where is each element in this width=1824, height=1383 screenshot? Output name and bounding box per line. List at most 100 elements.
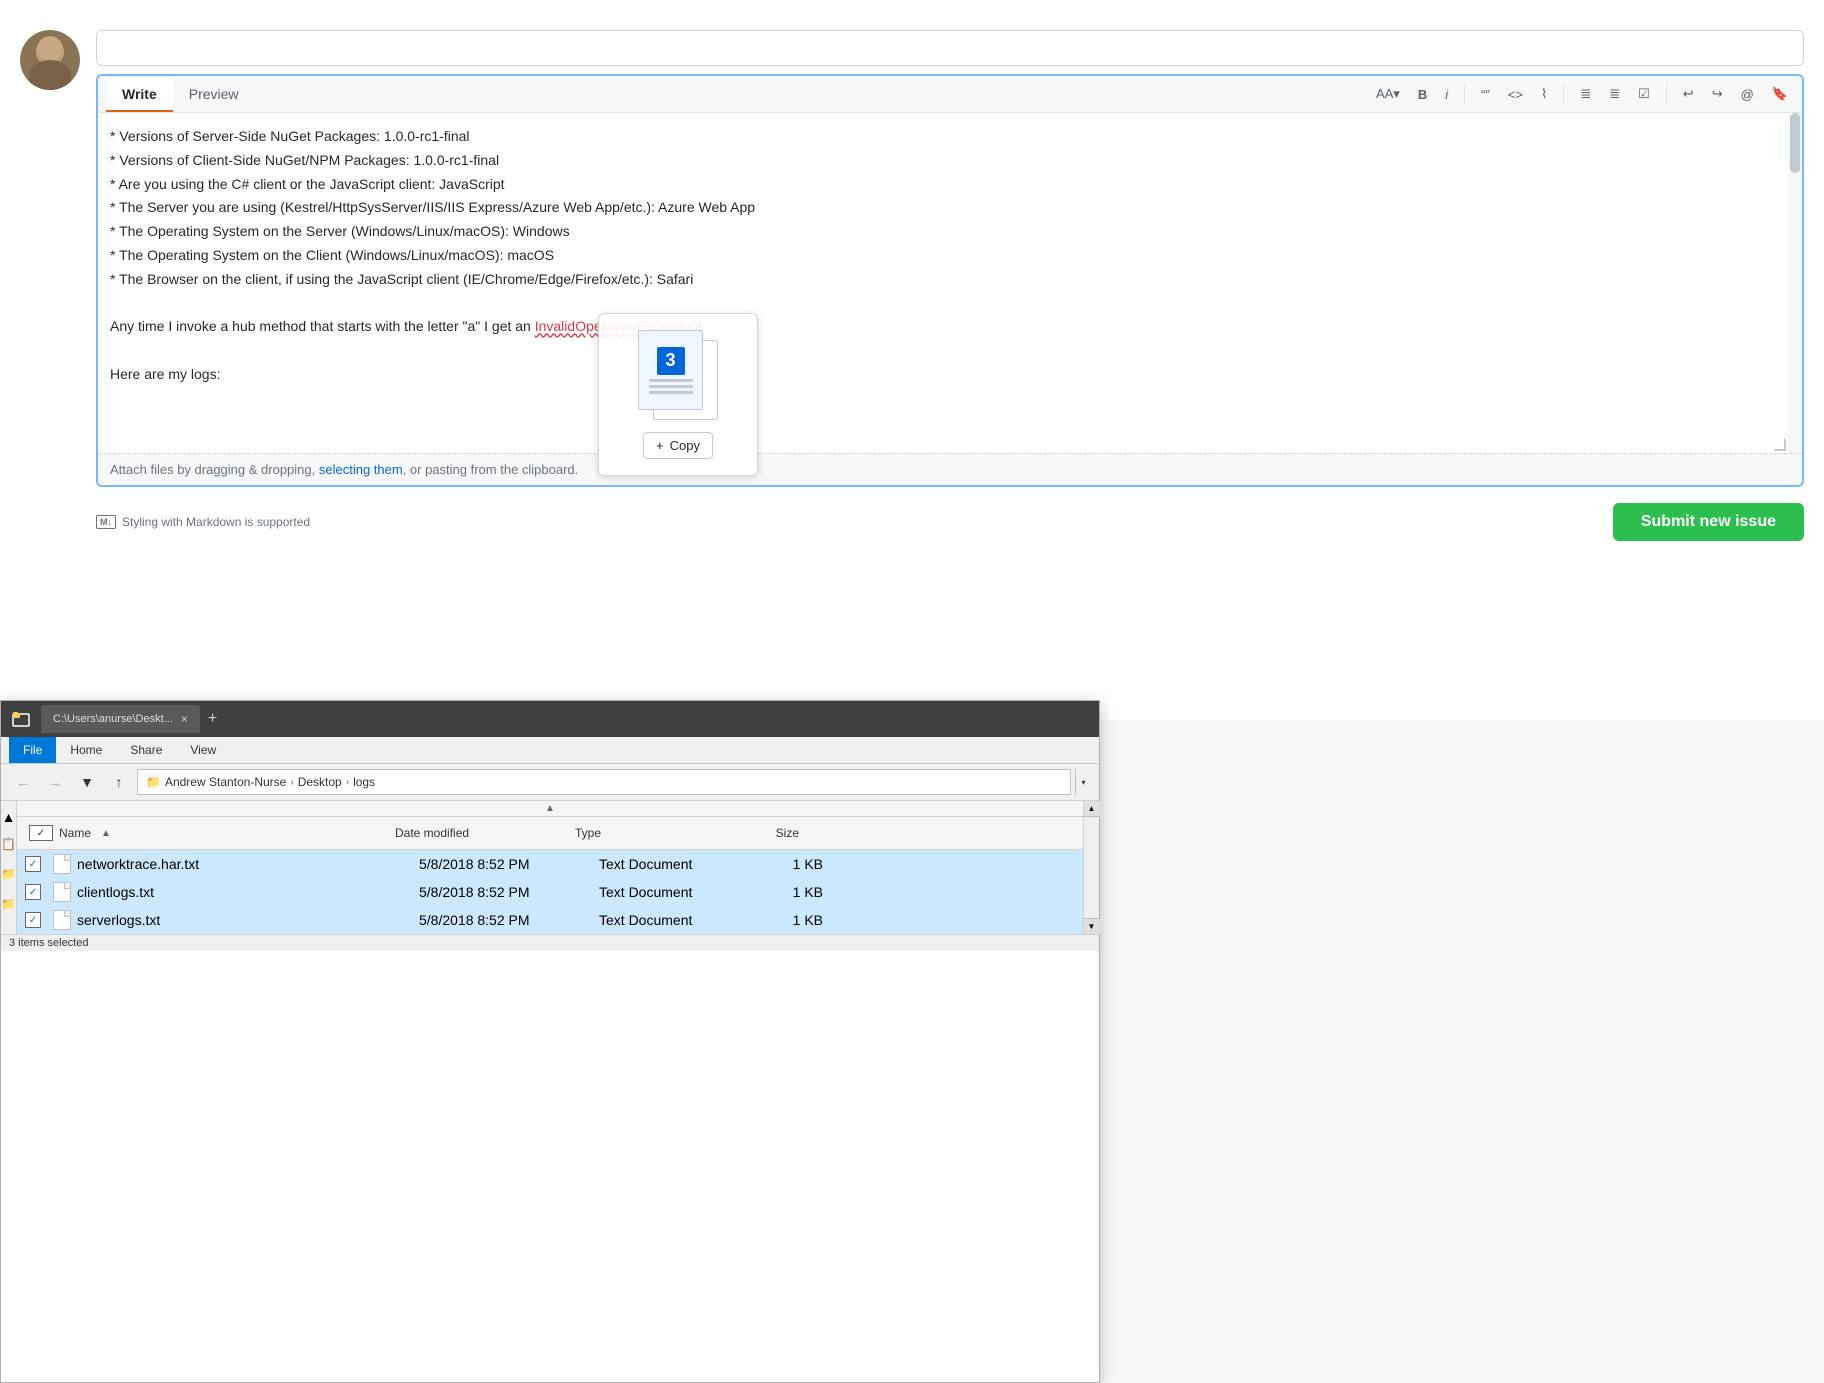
tasklist-button[interactable]: ☑ [1632, 82, 1656, 106]
toolbar-icons: AA▾ B i “” <> ⌇ ≣ ≣ ☑ ↩ ↪ @ [1370, 76, 1794, 112]
quote-button[interactable]: “” [1475, 83, 1496, 106]
italic-button[interactable]: i [1439, 83, 1454, 106]
editor-text-area[interactable]: * Versions of Server-Side NuGet Packages… [98, 113, 1802, 453]
file-size-2: 1 KB [751, 908, 831, 932]
toolbar-divider-1 [1464, 84, 1465, 104]
address-bar[interactable]: 📁 Andrew Stanton-Nurse › Desktop › logs [137, 769, 1071, 795]
file-list-area: ▲ ✓ Name ▲ Date modified Type Size netwo… [17, 801, 1083, 934]
editor-line-blank-2 [110, 339, 1776, 363]
bold-button[interactable]: B [1412, 83, 1433, 106]
undo-button[interactable]: ↩ [1677, 82, 1700, 106]
copy-doc-line-2 [649, 385, 693, 388]
file-size-1: 1 KB [751, 880, 831, 904]
titlebar-tab-1[interactable]: C:\Users\anurse\Deskt... × [41, 705, 200, 733]
sidebar-folder-1[interactable]: 📋 [1, 837, 16, 851]
forward-button[interactable]: → [41, 768, 69, 796]
titlebar-tabs: C:\Users\anurse\Deskt... × + [41, 705, 1091, 733]
address-dropdown[interactable]: ▾ [1075, 769, 1091, 795]
github-issue-form: InvalidOperationException when invoking … [0, 0, 1824, 720]
file-explorer: C:\Users\anurse\Deskt... × + File Home S… [0, 700, 1100, 1383]
file-row-0[interactable]: networktrace.har.txt 5/8/2018 8:52 PM Te… [17, 850, 1083, 878]
file-icon-0 [53, 854, 71, 874]
file-checkbox-1[interactable] [25, 884, 41, 900]
form-footer: M↓ Styling with Markdown is supported Su… [96, 495, 1804, 549]
copy-doc-icon: 3 [638, 330, 718, 420]
breadcrumb-logs[interactable]: logs [353, 775, 375, 789]
file-checkbox-0[interactable] [25, 856, 41, 872]
scroll-up-button[interactable]: ▲ [1084, 801, 1100, 817]
back-button[interactable]: ← [9, 768, 37, 796]
titlebar-tab-path: C:\Users\anurse\Deskt... [53, 713, 173, 725]
markdown-info: M↓ Styling with Markdown is supported [96, 515, 310, 529]
ribbon-tab-view[interactable]: View [176, 737, 230, 763]
breadcrumb-desktop[interactable]: Desktop [298, 775, 342, 789]
attach-link[interactable]: selecting them [319, 462, 403, 477]
file-type-2: Text Document [591, 908, 751, 932]
file-icon-1 [53, 882, 71, 902]
scrollbar-thumb[interactable] [1790, 113, 1800, 173]
submit-button[interactable]: Submit new issue [1613, 503, 1804, 541]
copy-button[interactable]: + Copy [643, 432, 713, 459]
status-text: 3 items selected [9, 937, 88, 949]
titlebar-tab-close[interactable]: × [181, 712, 188, 726]
link-button[interactable]: ⌇ [1535, 82, 1553, 106]
editor-line-6: * The Operating System on the Client (Wi… [110, 244, 1776, 268]
sidebar-folder-2[interactable]: 📁 [1, 867, 16, 881]
breadcrumb-user[interactable]: Andrew Stanton-Nurse [165, 775, 286, 789]
toolbar-divider-3 [1666, 84, 1667, 104]
chevron-icon-2: › [346, 777, 349, 788]
tab-preview[interactable]: Preview [173, 78, 255, 112]
file-date-1: 5/8/2018 8:52 PM [411, 880, 591, 904]
file-name-1: clientlogs.txt [41, 878, 411, 906]
editor-line-1: * Versions of Server-Side NuGet Packages… [110, 125, 1776, 149]
explorer-content: ▲ 📋 📁 📁 ▲ ✓ Name ▲ Date modified [1, 801, 1099, 934]
ul-button[interactable]: ≣ [1574, 82, 1597, 106]
scroll-down-button[interactable]: ▼ [1084, 918, 1100, 934]
editor-tabs-toolbar: Write Preview AA▾ B i “” <> ⌇ ≣ ≣ [98, 76, 1802, 113]
titlebar-tab-add[interactable]: + [200, 706, 225, 732]
right-scrollbar[interactable]: ▲ ▼ [1083, 801, 1099, 934]
attach-text-post: , or pasting from the clipboard. [403, 462, 579, 477]
ribbon-tab-file[interactable]: File [9, 737, 56, 763]
scrollbar-track[interactable] [1788, 113, 1802, 453]
col-header-type[interactable]: Type [567, 822, 727, 844]
header-checkbox[interactable]: ✓ [29, 825, 53, 841]
attach-bar: Attach files by dragging & dropping, sel… [98, 453, 1802, 485]
code-button[interactable]: <> [1502, 83, 1529, 106]
bookmark-button[interactable]: 🔖 [1766, 82, 1794, 106]
editor-line-9: Any time I invoke a hub method that star… [110, 315, 1776, 339]
ribbon-tabs: File Home Share View [1, 737, 1099, 763]
explorer-titlebar: C:\Users\anurse\Deskt... × + [1, 701, 1099, 737]
col-header-date[interactable]: Date modified [387, 822, 567, 844]
copy-button-label: Copy [670, 438, 700, 453]
at-button[interactable]: @ [1735, 83, 1760, 106]
resize-handle[interactable] [1772, 437, 1786, 451]
col-header-size[interactable]: Size [727, 822, 807, 844]
heading-button[interactable]: AA▾ [1370, 82, 1406, 106]
redo-button[interactable]: ↪ [1706, 82, 1729, 106]
ol-button[interactable]: ≣ [1603, 82, 1626, 106]
sidebar-folder-3[interactable]: 📁 [1, 897, 16, 911]
issue-title-input[interactable]: InvalidOperationException when invoking … [96, 30, 1804, 66]
left-sidebar-scroll: ▲ 📋 📁 📁 [1, 801, 17, 934]
copy-popup: 3 + Copy [598, 313, 758, 476]
file-size-0: 1 KB [751, 852, 831, 876]
sort-indicator-row: ▲ [17, 801, 1083, 817]
markdown-icon: M↓ [96, 515, 116, 529]
breadcrumb: Andrew Stanton-Nurse › Desktop › logs [165, 775, 375, 789]
file-row-1[interactable]: clientlogs.txt 5/8/2018 8:52 PM Text Doc… [17, 878, 1083, 906]
editor-container: Write Preview AA▾ B i “” <> ⌇ ≣ ≣ [96, 74, 1804, 487]
tab-write[interactable]: Write [106, 78, 173, 112]
sort-indicator: ▲ [545, 803, 555, 814]
file-row-2[interactable]: serverlogs.txt 5/8/2018 8:52 PM Text Doc… [17, 906, 1083, 934]
explorer-ribbon: File Home Share View [1, 737, 1099, 764]
file-checkbox-2[interactable] [25, 912, 41, 928]
ribbon-tab-home[interactable]: Home [56, 737, 116, 763]
up-button[interactable]: ↑ [105, 768, 133, 796]
col-header-name[interactable]: ✓ Name ▲ [17, 821, 387, 845]
file-name-0: networktrace.har.txt [41, 850, 411, 878]
editor-line-11: Here are my logs: [110, 363, 1776, 387]
file-type-0: Text Document [591, 852, 751, 876]
ribbon-tab-share[interactable]: Share [116, 737, 176, 763]
dropdown-button[interactable]: ▼ [73, 768, 101, 796]
